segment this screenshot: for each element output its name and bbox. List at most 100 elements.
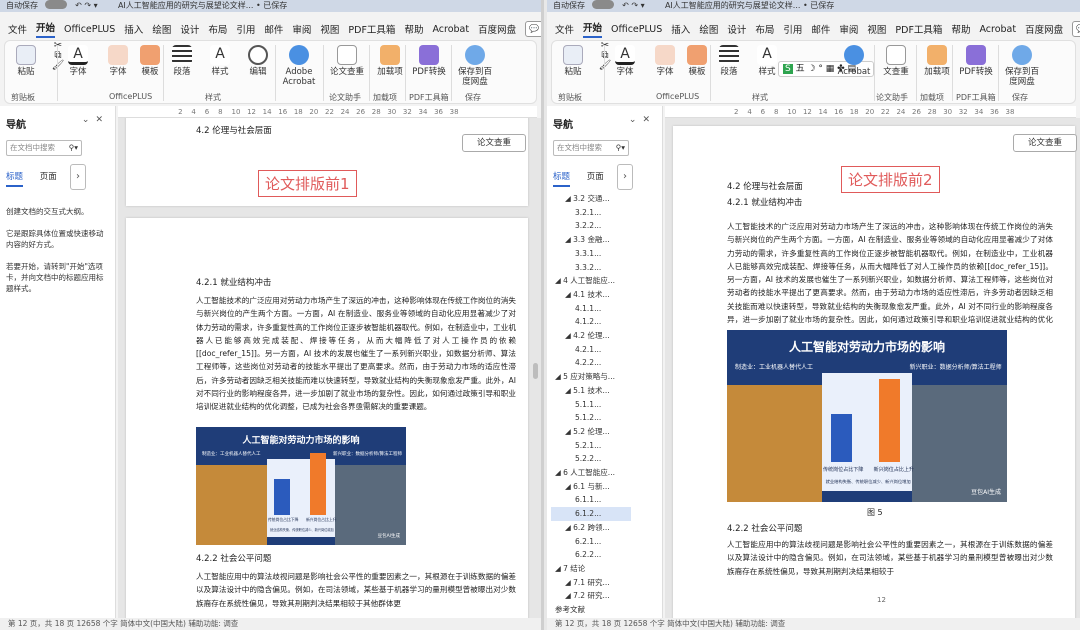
nav-tree-item[interactable]: 6.1.2... <box>551 507 631 521</box>
paper-check-button[interactable]: 论文查重 <box>327 43 367 77</box>
nav-tree-item[interactable]: 4.2.2... <box>551 356 631 370</box>
comment-icon[interactable]: 💬 <box>1072 21 1080 37</box>
nav-close-icon[interactable]: ⌄✕ <box>82 115 109 125</box>
undo-icon[interactable]: ↶ ↷ ▾ <box>75 1 98 10</box>
tab-9[interactable]: 审阅 <box>292 22 311 36</box>
nav-tree-item[interactable]: ◢ 3.2 交通... <box>551 192 631 206</box>
style-button[interactable]: A 样式 <box>203 43 237 77</box>
nav-tree-item[interactable]: 5.1.2... <box>551 411 631 425</box>
comment-icon[interactable]: 💬 <box>525 21 541 37</box>
baidu-save-button[interactable]: 保存到百度网盘 <box>1002 43 1042 87</box>
tab-4[interactable]: 绘图 <box>699 22 718 36</box>
tab-13[interactable]: Acrobat <box>432 24 469 35</box>
tab-7[interactable]: 引用 <box>236 22 255 36</box>
paper-check-floating-button[interactable]: 论文查重 <box>1013 134 1077 152</box>
tab-8[interactable]: 邮件 <box>811 22 830 36</box>
tab-11[interactable]: PDF工具箱 <box>348 22 395 36</box>
nav-tree-item[interactable]: ◢ 7.2 研究... <box>551 589 631 603</box>
pdf-convert-button[interactable]: PDF转换 <box>956 43 996 77</box>
vertical-scrollbar[interactable] <box>533 363 538 379</box>
tab-0[interactable]: 文件 <box>555 22 574 36</box>
nav-close-icon[interactable]: ⌄✕ <box>629 115 656 125</box>
adobe-acrobat-button[interactable]: Adobe Acrobat <box>279 43 319 87</box>
font-button[interactable]: A 字体 <box>608 43 642 77</box>
paper-check-button[interactable]: 文查重 <box>876 43 916 77</box>
nav-tree-item[interactable]: 5.1.1... <box>551 398 631 412</box>
tab-headings[interactable]: 标题 <box>6 172 24 187</box>
edit-button[interactable]: 编辑 <box>241 43 275 77</box>
tab-2[interactable]: OfficePLUS <box>611 24 662 35</box>
nav-tree-item[interactable]: ◢ 4.1 技术... <box>551 288 631 302</box>
tab-3[interactable]: 插入 <box>671 22 690 36</box>
tab-12[interactable]: 帮助 <box>951 22 970 36</box>
tab-10[interactable]: 视图 <box>867 22 886 36</box>
tab-3[interactable]: 插入 <box>124 22 143 36</box>
nav-tree-item[interactable]: 3.2.1... <box>551 206 631 220</box>
paper-check-floating-button[interactable]: 论文查重 <box>462 134 526 152</box>
nav-search-input[interactable]: 在文档中搜索 ⚲▾ <box>553 140 629 156</box>
nav-tree-item[interactable]: ◢ 5.2 伦理... <box>551 425 631 439</box>
nav-tree-item[interactable]: ◢ 4.2 伦理... <box>551 329 631 343</box>
tab-pages[interactable]: 页面 <box>587 172 604 182</box>
addin-button[interactable]: 加载项 <box>373 43 407 77</box>
nav-tree-item[interactable]: 3.3.1... <box>551 247 631 261</box>
tab-4[interactable]: 绘图 <box>152 22 171 36</box>
nav-tree-item[interactable]: 4.1.1... <box>551 302 631 316</box>
autosave-toggle[interactable] <box>591 0 614 9</box>
baidu-save-button[interactable]: 保存到百度网盘 <box>455 43 495 87</box>
nav-tree-item[interactable]: 5.2.1... <box>551 439 631 453</box>
adobe-acrobat-button[interactable]: Acrobat <box>834 43 874 77</box>
nav-tree-item[interactable]: ◢ 6 人工智能应... <box>551 466 631 480</box>
tab-6[interactable]: 布局 <box>208 22 227 36</box>
nav-tree-item[interactable]: ◢ 6.1 与新... <box>551 480 631 494</box>
nav-tree-item[interactable]: 3.3.2... <box>551 261 631 275</box>
paste-button[interactable]: 粘贴 <box>556 43 590 77</box>
tab-1[interactable]: 开始 <box>36 20 56 38</box>
autosave-toggle[interactable] <box>44 0 67 9</box>
font-style-button[interactable]: 字体 <box>648 43 682 77</box>
font-button[interactable]: A 字体 <box>61 43 95 77</box>
nav-tree-item[interactable]: ◢ 7.1 研究... <box>551 576 631 590</box>
undo-icon[interactable]: ↶ ↷ ▾ <box>622 1 645 10</box>
nav-tree-item[interactable]: 4.2.1... <box>551 343 631 357</box>
pdf-convert-button[interactable]: PDF转换 <box>409 43 449 77</box>
nav-next-arrow-icon[interactable]: › <box>70 164 86 190</box>
paragraph-button[interactable]: 段落 <box>712 43 746 77</box>
nav-tree-item[interactable]: ◢ 3.3 金融... <box>551 233 631 247</box>
tab-pages[interactable]: 页面 <box>40 172 57 182</box>
tab-11[interactable]: PDF工具箱 <box>895 22 942 36</box>
nav-tree-item[interactable]: 6.2.1... <box>551 535 631 549</box>
tab-13[interactable]: Acrobat <box>979 24 1016 35</box>
tab-headings[interactable]: 标题 <box>553 172 571 187</box>
nav-tree-item[interactable]: ◢ 6.2 跨领... <box>551 521 631 535</box>
nav-next-arrow-icon[interactable]: › <box>617 164 633 190</box>
nav-tree-item[interactable]: 4.1.2... <box>551 315 631 329</box>
nav-tree-item[interactable]: 参考文献 <box>551 603 631 617</box>
tab-0[interactable]: 文件 <box>8 22 27 36</box>
tab-12[interactable]: 帮助 <box>404 22 423 36</box>
template-button[interactable]: 模板 <box>680 43 714 77</box>
nav-tree-item[interactable]: 5.2.2... <box>551 452 631 466</box>
tab-5[interactable]: 设计 <box>727 22 746 36</box>
addin-button[interactable]: 加载项 <box>920 43 954 77</box>
nav-tree-item[interactable]: ◢ 7 结论 <box>551 562 631 576</box>
font-style-button[interactable]: 字体 <box>101 43 135 77</box>
nav-tree-item[interactable]: ◢ 5.1 技术... <box>551 384 631 398</box>
tab-8[interactable]: 邮件 <box>264 22 283 36</box>
nav-tree-item[interactable]: 6.1.1... <box>551 493 631 507</box>
nav-tree-item[interactable]: 3.2.2... <box>551 219 631 233</box>
tab-6[interactable]: 布局 <box>755 22 774 36</box>
tab-10[interactable]: 视图 <box>320 22 339 36</box>
nav-tree-item[interactable]: ◢ 5 应对策略与... <box>551 370 631 384</box>
nav-tree-item[interactable]: ◢ 4 人工智能应... <box>551 274 631 288</box>
tab-7[interactable]: 引用 <box>783 22 802 36</box>
tab-5[interactable]: 设计 <box>180 22 199 36</box>
paragraph-button[interactable]: 段落 <box>165 43 199 77</box>
tab-14[interactable]: 百度网盘 <box>1025 22 1063 36</box>
tab-2[interactable]: OfficePLUS <box>64 24 115 35</box>
tab-1[interactable]: 开始 <box>583 20 603 38</box>
nav-search-input[interactable]: 在文档中搜索 ⚲▾ <box>6 140 82 156</box>
paste-button[interactable]: 粘贴 <box>9 43 43 77</box>
tab-14[interactable]: 百度网盘 <box>478 22 516 36</box>
nav-tree-item[interactable]: 6.2.2... <box>551 548 631 562</box>
